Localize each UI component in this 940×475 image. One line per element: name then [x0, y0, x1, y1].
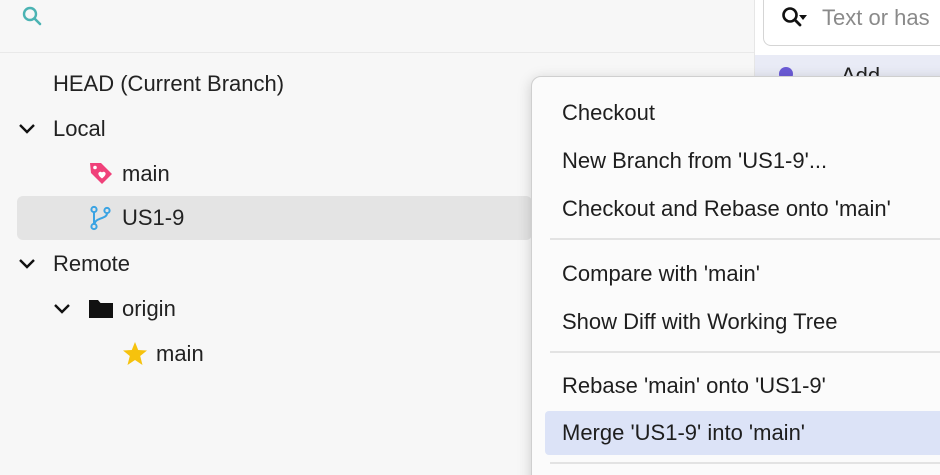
commit-search-placeholder: Text or has: [822, 5, 930, 30]
tree-group-local[interactable]: Local: [17, 107, 532, 151]
branch-context-menu: Checkout New Branch from 'US1-9'... Chec…: [531, 76, 940, 475]
tree-item-us1-9[interactable]: US1-9: [17, 196, 532, 240]
tree-item-label: main: [156, 341, 204, 366]
tree-item-label: HEAD (Current Branch): [53, 71, 285, 96]
menu-item-checkout[interactable]: Checkout: [545, 91, 940, 135]
star-icon: [123, 342, 147, 365]
menu-item-compare[interactable]: Compare with 'main': [545, 252, 940, 296]
chevron-down-icon[interactable]: [53, 300, 71, 318]
menu-separator: [550, 238, 940, 240]
menu-separator: [550, 462, 940, 464]
menu-item-checkout-rebase[interactable]: Checkout and Rebase onto 'main': [545, 187, 940, 231]
tree-item-main[interactable]: main: [17, 152, 532, 196]
branches-search-bar[interactable]: [0, 0, 754, 53]
chevron-down-icon[interactable]: [18, 120, 36, 138]
tree-group-label: Local: [53, 116, 106, 141]
search-icon[interactable]: [20, 4, 44, 28]
menu-item-merge[interactable]: Merge 'US1-9' into 'main': [545, 411, 940, 455]
search-filter-icon: [782, 7, 807, 27]
folder-icon: [89, 300, 113, 318]
tree-group-label: Remote: [53, 251, 131, 276]
menu-item-new-branch[interactable]: New Branch from 'US1-9'...: [545, 139, 940, 183]
chevron-down-icon[interactable]: [18, 255, 36, 273]
git-branch-icon: [90, 205, 111, 231]
commit-search-input[interactable]: Text or has: [763, 0, 940, 46]
tree-item-label: US1-9: [122, 205, 185, 230]
tree-group-label: origin: [122, 296, 176, 321]
menu-item-rebase[interactable]: Rebase 'main' onto 'US1-9': [545, 364, 940, 408]
menu-separator: [550, 351, 940, 353]
tree-group-origin[interactable]: origin: [17, 287, 532, 331]
tree-item-origin-main[interactable]: main: [17, 332, 532, 376]
tree-group-remote[interactable]: Remote: [17, 242, 532, 286]
menu-item-show-diff[interactable]: Show Diff with Working Tree: [545, 300, 940, 344]
tag-heart-icon: [90, 163, 112, 184]
tree-item-head[interactable]: HEAD (Current Branch): [17, 62, 532, 106]
tree-item-label: main: [122, 161, 170, 186]
